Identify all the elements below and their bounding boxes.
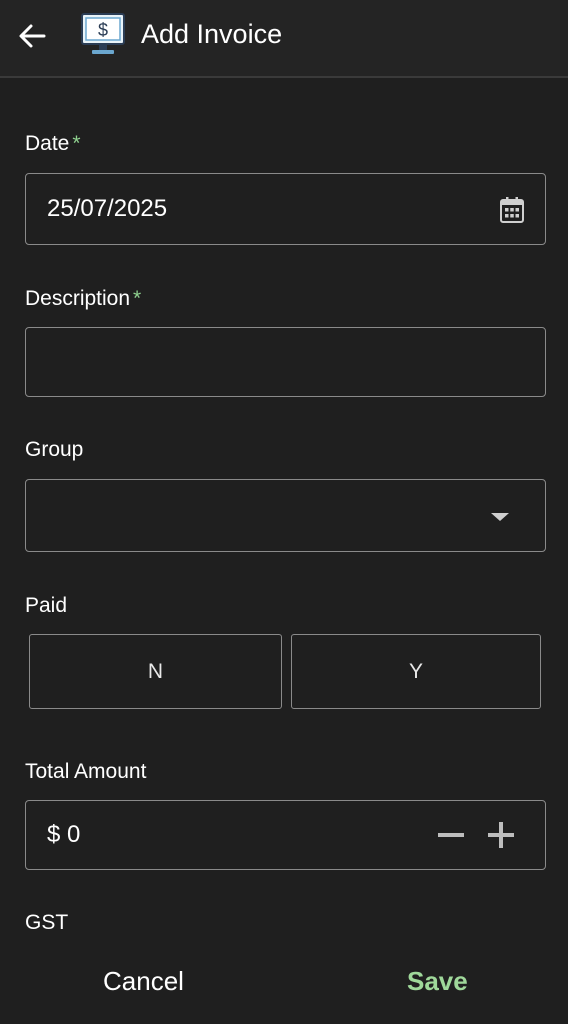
app-bar: $ Add Invoice [0,0,568,78]
gst-label: GST [25,911,69,934]
save-button[interactable]: Save [407,964,468,998]
minus-icon[interactable] [436,820,466,850]
monitor-dollar-icon: $ [81,13,125,54]
cancel-button[interactable]: Cancel [103,964,184,998]
group-select[interactable] [25,479,546,552]
description-field[interactable] [25,327,546,397]
back-button[interactable] [12,16,52,56]
required-mark: * [133,287,142,310]
currency-symbol: $ [47,821,61,848]
arrow-left-icon [19,24,46,48]
description-label: Description * [25,287,142,310]
date-value: 25/07/2025 [47,195,168,222]
amount-number: 0 [67,821,81,848]
paid-option-n[interactable]: N [29,634,282,709]
dropdown-caret-icon [491,513,509,521]
total-amount-value: $ 0 [47,821,80,849]
page-title: Add Invoice [141,19,283,49]
paid-option-y[interactable]: Y [291,634,541,709]
paid-label: Paid [25,594,68,617]
date-label: Date * [25,132,81,155]
total-amount-label: Total Amount [25,760,147,783]
calendar-icon[interactable] [499,196,525,224]
plus-icon[interactable] [486,820,516,850]
date-field[interactable]: 25/07/2025 [25,173,546,245]
required-mark: * [72,132,81,155]
total-amount-field[interactable]: $ 0 [25,800,546,870]
svg-text:$: $ [98,20,108,40]
group-label: Group [25,438,84,461]
